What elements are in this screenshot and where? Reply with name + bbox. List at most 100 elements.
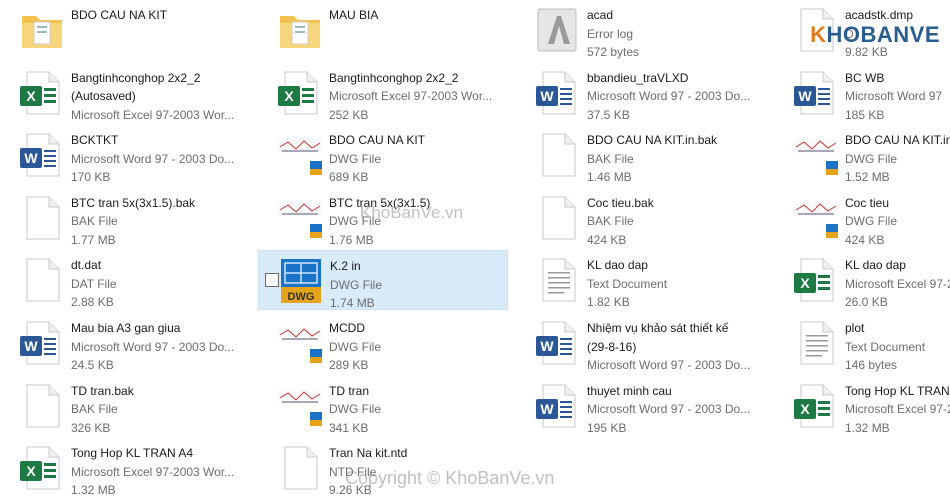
file-size: 2.88 KB — [71, 295, 114, 310]
file-item[interactable]: DWG K.2 in DWG File 1.74 MB — [258, 250, 508, 310]
file-details: Nhiệm vụ khảo sát thiết kế (29-8-16) Micro… — [587, 319, 762, 375]
file-name: Mau bia A3 gan giua — [71, 321, 181, 335]
file-details: Bangtinhconghop 2x2_2 Microsoft Excel 97-… — [329, 69, 504, 125]
file-type: Error log — [587, 26, 634, 41]
file-name: Bangtinhconghop 2x2_2 — [329, 70, 459, 85]
file-details: Coc tieu DWG File 424 KB — [845, 194, 950, 250]
file-name: Coc tieu — [845, 195, 890, 210]
file-item[interactable]: W thuyet minh cau Microsoft Word 97 - 200… — [516, 376, 766, 436]
file-item[interactable]: X Tong Hop KL TRAN Microsoft Excel 97-2 1.… — [774, 376, 950, 436]
svg-text:W: W — [24, 150, 38, 166]
file-item[interactable]: TD tran DWG File 341 KB — [258, 376, 508, 436]
file-item[interactable]: BDO CAU NA KIT.in DWG File 1.52 MB — [774, 125, 950, 185]
file-size: 146 bytes — [845, 358, 898, 373]
file-item[interactable]: MCDD DWG File 289 KB — [258, 313, 508, 373]
file-details: BDO CAU NA KIT.in.bak BAK File 1.46 MB — [587, 131, 762, 187]
svg-text:X: X — [800, 401, 810, 417]
file-item[interactable]: MAU BIA — [258, 0, 508, 60]
file-size: 1.32 MB — [845, 420, 890, 435]
file-item[interactable]: BDO CAU NA KIT DWG File 689 KB — [258, 125, 508, 185]
file-type: Microsoft Word 97 - 2003 Do... — [587, 358, 751, 373]
file-type: Microsoft Excel 97-2003 Wor... — [71, 107, 235, 122]
file-name: KL dao dap — [587, 258, 648, 272]
file-type: BAK File — [71, 214, 118, 229]
file-item[interactable]: W bbandieu_traVLXD Microsoft Word 97 - 20… — [516, 63, 766, 123]
file-details: Tong Hop KL TRAN Microsoft Excel 97-2 1.32… — [845, 382, 950, 438]
file-name: TD tran.bak — [71, 383, 134, 398]
file-size: 1.76 MB — [329, 232, 374, 247]
file-type: Microsoft Word 97 — [845, 89, 943, 104]
file-details: MCDD DWG File 289 KB — [329, 319, 504, 375]
file-details: acad Error log 572 bytes — [587, 6, 762, 62]
file-details: BC WB Microsoft Word 97 185 KB — [845, 69, 950, 125]
file-size: 689 KB — [329, 170, 369, 185]
text-doc-icon — [534, 256, 582, 304]
file-item[interactable]: X Bangtinhconghop 2x2_2 Microsoft Excel 9… — [258, 63, 508, 123]
svg-text:X: X — [26, 88, 36, 104]
file-type: Microsoft Word 97 - 2003 Do... — [587, 89, 751, 104]
file-type: BAK File — [587, 151, 634, 166]
svg-text:X: X — [26, 463, 36, 479]
file-type: DWG File — [845, 214, 897, 229]
generic-file-icon — [18, 194, 66, 242]
file-size: 24.5 KB — [71, 358, 114, 373]
file-name: BC WB — [845, 70, 885, 85]
file-item[interactable]: X KL dao dap Microsoft Excel 97-2 26.0 KB — [774, 250, 950, 310]
file-item[interactable]: BDO CAU NA KIT — [0, 0, 250, 60]
file-details: MAU BIA — [329, 6, 504, 25]
file-item[interactable]: KL dao dap Text Document 1.82 KB — [516, 250, 766, 310]
brand-watermark: KHOBANVE — [810, 22, 940, 48]
file-name: BTC tran 5x(3x1.5).bak — [71, 195, 196, 210]
file-size: 252 KB — [329, 107, 369, 122]
file-item[interactable]: W Nhiệm vụ khảo sát thiết kế (29-8-16) Mic… — [516, 313, 766, 373]
file-item[interactable]: TD tran.bak BAK File 326 KB — [0, 376, 250, 436]
generic-file-icon — [534, 131, 582, 179]
file-item[interactable]: BDO CAU NA KIT.in.bak BAK File 1.46 MB — [516, 125, 766, 185]
file-item[interactable]: X Tong Hop KL TRAN A4 Microsoft Excel 97-… — [0, 438, 250, 498]
dwg-icon: DWG — [277, 257, 325, 305]
watermark-center: KhoBanVe.vn — [360, 203, 464, 222]
word-icon: W — [18, 131, 66, 179]
file-item[interactable]: BTC tran 5x(3x1.5).bak BAK File 1.77 MB — [0, 188, 250, 248]
dwg-thumb-icon — [276, 131, 324, 179]
file-details: K.2 in DWG File 1.74 MB — [330, 257, 503, 313]
file-details: BCKTKT Microsoft Word 97 - 2003 Do... 170 … — [71, 131, 246, 187]
svg-text:W: W — [540, 88, 554, 104]
file-size: 1.52 MB — [845, 170, 890, 185]
file-item[interactable]: acad Error log 572 bytes — [516, 0, 766, 60]
folder-icon — [276, 6, 324, 54]
excel-icon: X — [18, 444, 66, 492]
file-name: BDO CAU NA KIT — [329, 133, 426, 147]
file-details: thuyet minh cau Microsoft Word 97 - 2003 … — [587, 382, 762, 438]
file-size: 1.32 MB — [71, 483, 116, 498]
file-size: 185 KB — [845, 107, 885, 122]
file-name: Tran Na kit.ntd — [329, 446, 408, 460]
file-item[interactable]: Coc tieu.bak BAK File 424 KB — [516, 188, 766, 248]
file-name: BDO CAU NA KIT — [71, 8, 168, 22]
file-item[interactable]: W BCKTKT Microsoft Word 97 - 2003 Do... 17… — [0, 125, 250, 185]
file-item[interactable]: X Bangtinhconghop 2x2_2 (Autosaved) Micros… — [0, 63, 250, 123]
file-size: 424 KB — [845, 232, 885, 247]
file-size: 1.46 MB — [587, 170, 632, 185]
file-item[interactable]: plot Text Document 146 bytes — [774, 313, 950, 373]
dwg-thumb-icon — [276, 194, 324, 242]
file-details: BDO CAU NA KIT — [71, 6, 246, 25]
file-grid: BDO CAU NA KIT MAU BIA acad Error log 572 … — [0, 0, 950, 504]
file-type: BAK File — [587, 214, 634, 229]
file-type: Microsoft Excel 97-2003 Wor... — [71, 464, 235, 479]
file-name: TD tran — [329, 383, 370, 398]
file-type: DWG File — [845, 151, 897, 166]
file-item[interactable]: W Mau bia A3 gan giua Microsoft Word 97 -… — [0, 313, 250, 373]
file-name: bbandieu_traVLXD — [587, 70, 689, 85]
file-size: 37.5 KB — [587, 107, 630, 122]
file-name-line2: (Autosaved) — [71, 89, 136, 104]
file-size: 1.77 MB — [71, 232, 116, 247]
word-icon: W — [534, 69, 582, 117]
file-size: 1.74 MB — [330, 296, 375, 311]
file-item[interactable]: Coc tieu DWG File 424 KB — [774, 188, 950, 248]
file-name-line2: (29-8-16) — [587, 339, 637, 354]
file-size: 195 KB — [587, 420, 627, 435]
file-item[interactable]: W BC WB Microsoft Word 97 185 KB — [774, 63, 950, 123]
file-item[interactable]: dt.dat DAT File 2.88 KB — [0, 250, 250, 310]
file-name: dt.dat — [71, 258, 102, 272]
